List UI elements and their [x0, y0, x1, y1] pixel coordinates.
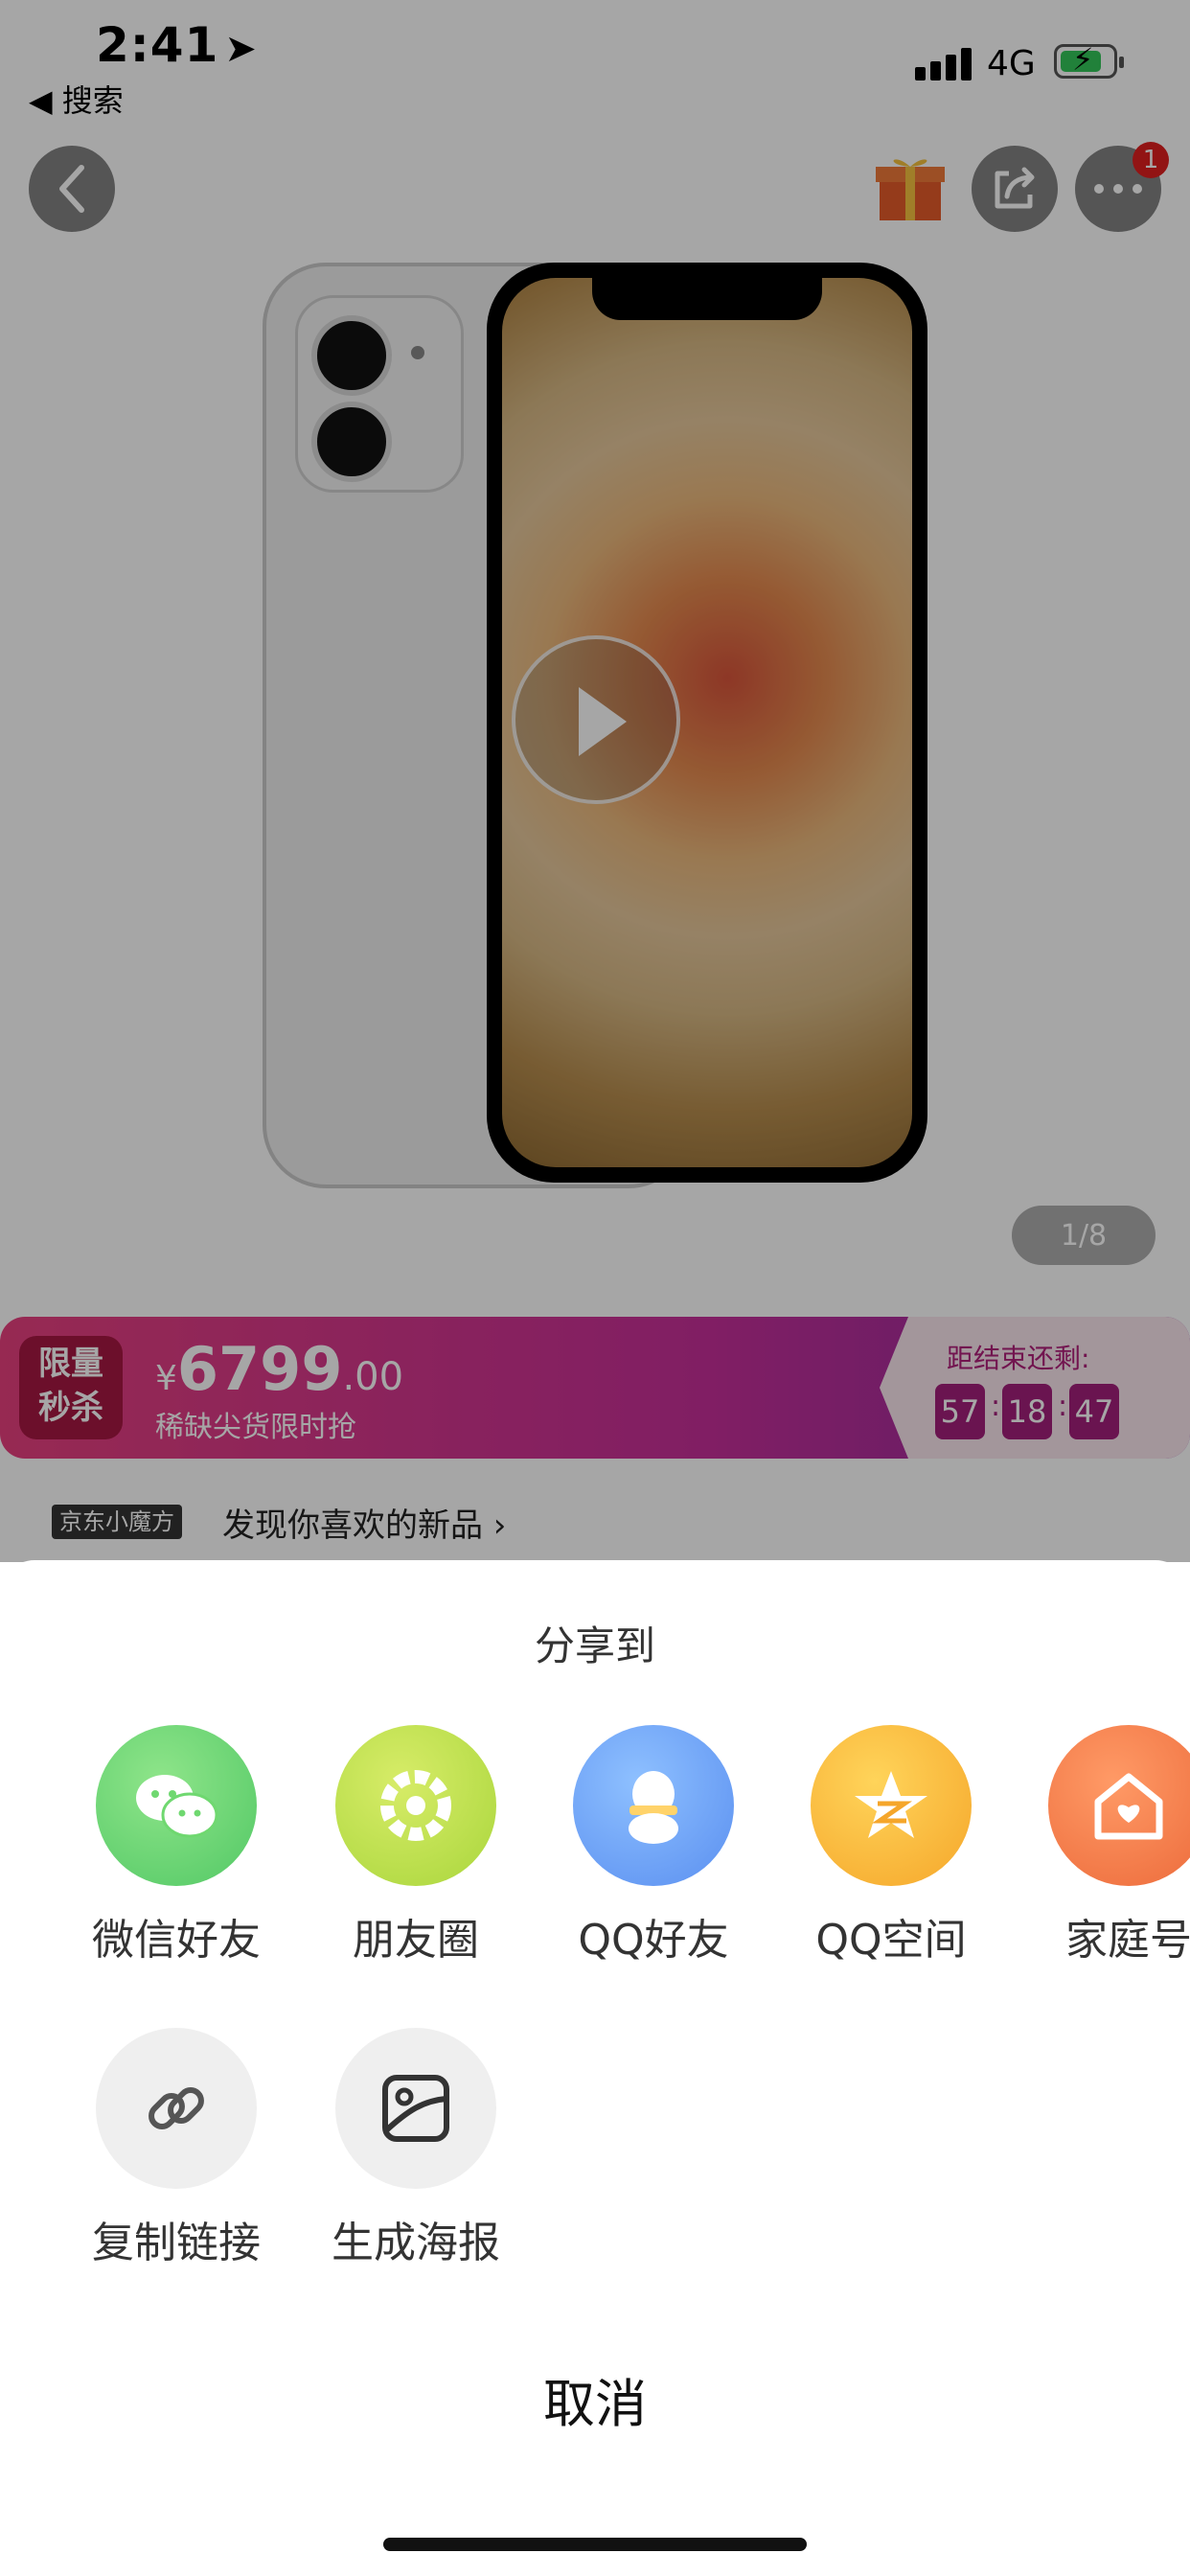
- share-wechat-friend[interactable]: 微信好友: [80, 1725, 272, 1966]
- wechat-icon: [96, 1725, 257, 1886]
- product-page: 2:41 ➤ ◀ 搜索 4G ⚡ 1/8 1 限量 秒杀 ¥6799.00 稀缺…: [0, 0, 1190, 2576]
- qq-icon: [573, 1725, 734, 1886]
- moments-icon: [335, 1725, 496, 1886]
- poster-icon: [335, 2028, 496, 2189]
- home-indicator[interactable]: [383, 2538, 807, 2551]
- share-sheet-title: 分享到: [534, 1622, 655, 1669]
- cancel-button[interactable]: 取消: [0, 2361, 1190, 2437]
- share-label: QQ空间: [815, 1916, 967, 1965]
- share-qzone[interactable]: QQ空间: [795, 1725, 987, 1966]
- share-label: 家庭号: [1065, 1916, 1190, 1965]
- generate-poster[interactable]: 生成海报: [320, 2028, 512, 2269]
- qzone-icon: [811, 1725, 972, 1886]
- share-label: 朋友圈: [353, 1916, 479, 1965]
- copy-link[interactable]: 复制链接: [80, 2028, 272, 2269]
- share-qq-friend[interactable]: QQ好友: [558, 1725, 749, 1966]
- share-family[interactable]: 家庭号: [1033, 1725, 1190, 1966]
- share-label: QQ好友: [578, 1916, 729, 1965]
- share-label: 复制链接: [92, 2219, 261, 2267]
- share-sheet: 分享到 微信好友 朋友圈 QQ好友 QQ空间 家庭号 复制链接 生成海报 取消: [0, 1560, 1190, 2576]
- link-icon: [96, 2028, 257, 2189]
- share-label: 微信好友: [92, 1916, 261, 1965]
- share-label: 生成海报: [332, 2219, 500, 2267]
- home-icon: [1048, 1725, 1190, 1886]
- modal-backdrop[interactable]: [0, 0, 1190, 1562]
- share-moments[interactable]: 朋友圈: [320, 1725, 512, 1966]
